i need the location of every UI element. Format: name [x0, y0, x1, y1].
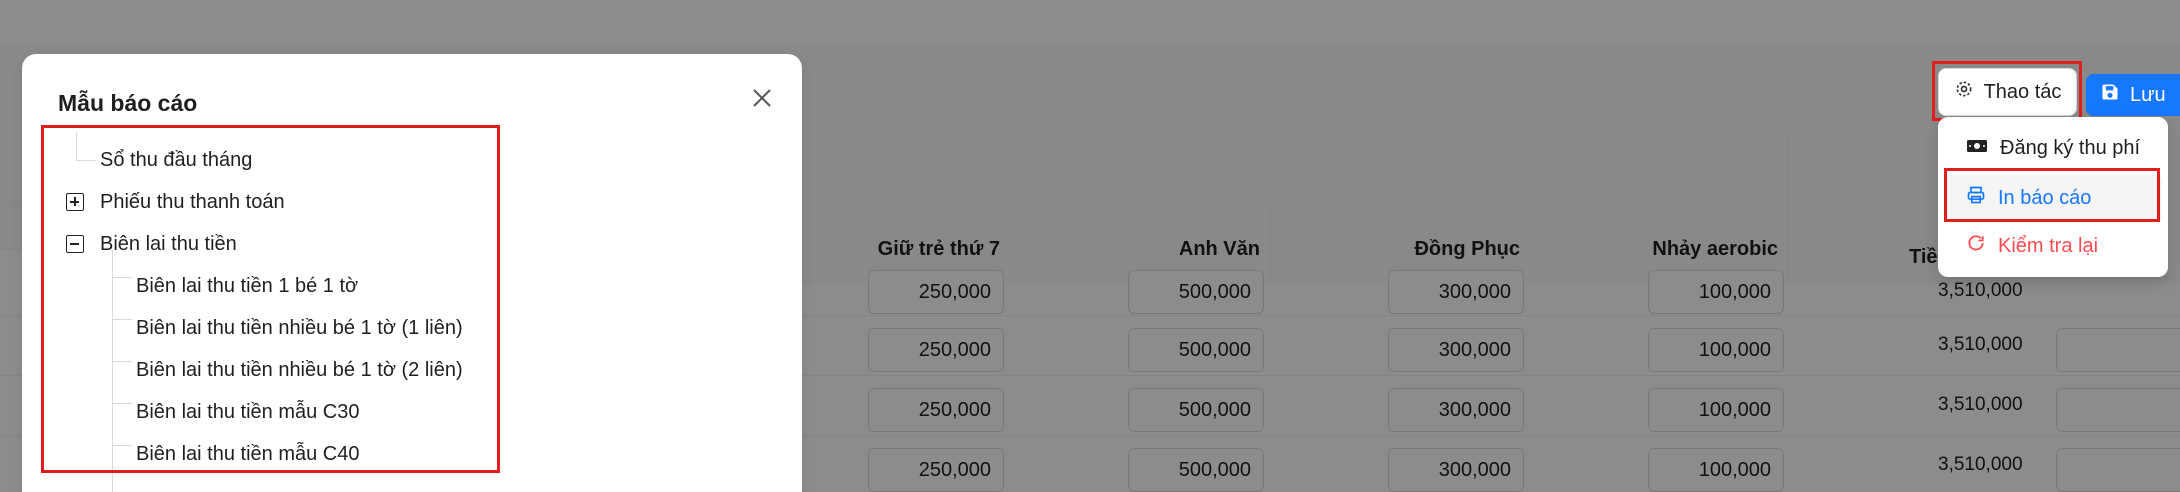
menu-item-print-report[interactable]: In báo cáo	[1944, 175, 2162, 221]
modal-title: Mẫu báo cáo	[58, 90, 198, 116]
reload-icon	[1966, 233, 1986, 259]
close-button[interactable]	[744, 82, 780, 118]
menu-item-recheck[interactable]: Kiểm tra lại	[1944, 223, 2162, 269]
action-button-highlighted[interactable]: Thao tác	[1938, 68, 2077, 116]
action-button-label: Thao tác	[1983, 80, 2062, 103]
printer-icon	[1966, 185, 1986, 211]
menu-item-label: In báo cáo	[1998, 186, 2092, 209]
action-dropdown-menu: Đăng ký thu phí In báo cáo Kiểm tra lại	[1938, 117, 2168, 277]
gear-icon	[1954, 79, 1974, 105]
save-icon	[2100, 82, 2120, 108]
save-button-label: Lưu	[2130, 83, 2166, 106]
menu-item-register-fee[interactable]: Đăng ký thu phí	[1944, 125, 2162, 171]
menu-item-label: Kiểm tra lại	[1998, 234, 2099, 257]
menu-item-label: Đăng ký thu phí	[2000, 136, 2141, 159]
save-button[interactable]: Lưu	[2086, 74, 2180, 116]
highlight-box	[41, 125, 500, 473]
close-icon	[751, 87, 773, 114]
money-icon	[1966, 137, 1988, 160]
